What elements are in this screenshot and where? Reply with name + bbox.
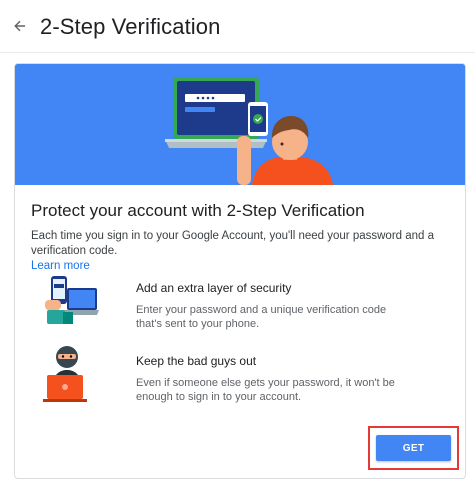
feature-body: Enter your password and a unique verific… (136, 304, 387, 330)
get-started-highlight: GET STARTED (368, 426, 459, 478)
phone-laptop-illustration (37, 270, 101, 334)
back-button[interactable] (8, 14, 32, 38)
card-description: Each time you sign in to your Google Acc… (31, 229, 456, 274)
card-title: Protect your account with 2-Step Verific… (31, 201, 365, 220)
get-started-button[interactable]: GET STARTED (376, 435, 451, 478)
page-title: 2-Step Verification (40, 14, 221, 39)
hero-banner (15, 64, 465, 185)
header-divider (0, 52, 475, 53)
person-laptop-phone-illustration (15, 64, 465, 185)
feature-heading: Add an extra layer of security (136, 281, 292, 295)
masked-thief-laptop-illustration (37, 343, 101, 407)
feature-bad-guys: Keep the bad guys out Even if someone el… (15, 343, 465, 413)
arrow-back-icon (14, 20, 26, 32)
feature-heading: Keep the bad guys out (136, 354, 257, 368)
feature-extra-security: Add an extra layer of security Enter you… (15, 270, 465, 340)
description-text: Each time you sign in to your Google Acc… (31, 230, 435, 257)
feature-body: Even if someone else gets your password,… (136, 377, 395, 403)
app-header: 2-Step Verification (0, 0, 475, 52)
intro-card: Protect your account with 2-Step Verific… (14, 63, 466, 479)
